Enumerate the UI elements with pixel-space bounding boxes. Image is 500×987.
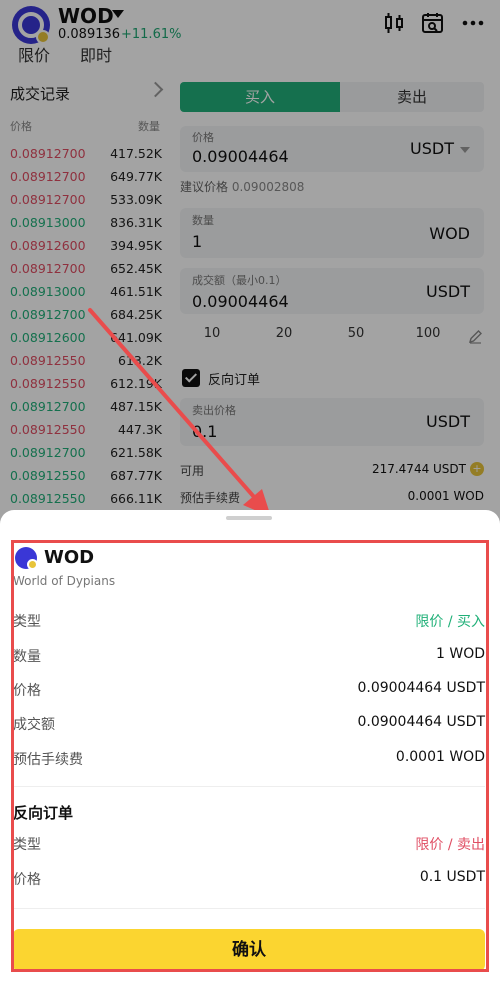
highlight-frame	[11, 540, 489, 972]
sheet-drag-handle[interactable]	[226, 516, 272, 520]
